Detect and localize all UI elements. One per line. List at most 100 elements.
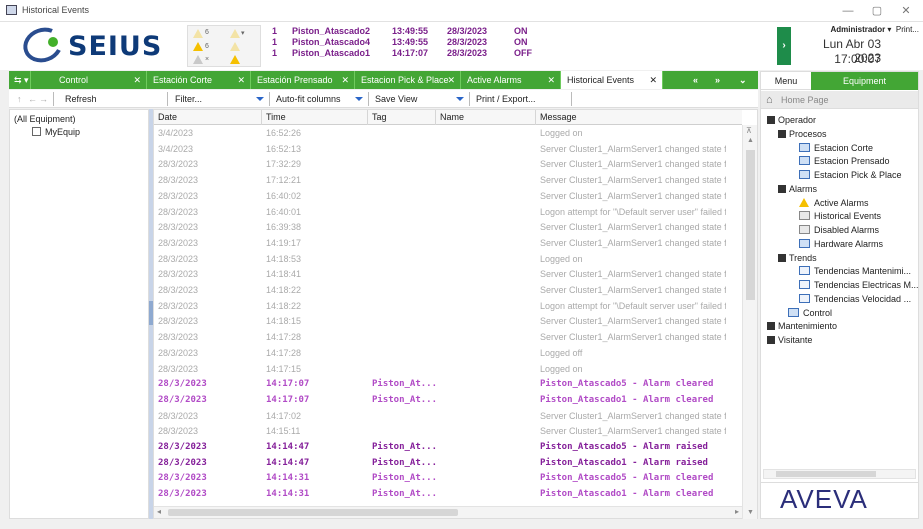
tab-scroll-left-button[interactable]: « <box>687 71 705 89</box>
minimize-button[interactable]: — <box>833 2 863 20</box>
tree-item[interactable]: Operador <box>761 113 918 127</box>
home-page-link[interactable]: Home Page <box>781 95 829 105</box>
close-tab-icon[interactable]: ✕ <box>341 71 349 89</box>
table-row[interactable]: 28/3/2023 14:15:11 Server Cluster1_AlarmSe… <box>154 424 742 440</box>
tab-menu[interactable]: Menu <box>761 72 811 90</box>
tab-estacion-corte[interactable]: Estación Corte ✕ <box>147 71 251 89</box>
tree-item[interactable]: Active Alarms <box>761 196 918 210</box>
table-row[interactable]: 28/3/2023 14:14:31 Piston_At... Piston_Atas… <box>154 487 742 503</box>
tree-horizontal-scrollbar[interactable] <box>763 469 916 479</box>
tree-root-all-equipment[interactable]: (All Equipment) <box>14 114 76 124</box>
table-row[interactable]: 28/3/2023 14:17:28 Server Cluster1_AlarmSe… <box>154 330 742 346</box>
filter-button[interactable]: Filter... <box>175 92 202 106</box>
expand-icon[interactable] <box>767 336 775 344</box>
alarm-banner-row[interactable]: 1 Piston_Atascado4 13:49:55 28/3/2023 ON <box>272 37 532 48</box>
collapse-icon[interactable] <box>778 129 786 138</box>
column-header-tag[interactable]: Tag <box>368 110 436 125</box>
close-tab-icon[interactable]: ✕ <box>133 71 141 89</box>
tree-item[interactable]: Estacion Corte <box>761 141 918 155</box>
tab-list-button[interactable]: ⌄ <box>733 71 751 89</box>
user-menu[interactable]: Administrador ▾ Print... <box>799 25 919 34</box>
close-tab-icon[interactable]: ✕ <box>547 71 555 89</box>
autofit-dropdown-icon[interactable] <box>355 97 363 101</box>
close-button[interactable]: ✕ <box>891 2 921 20</box>
scroll-left-icon[interactable]: ◂ <box>157 507 161 516</box>
expand-icon[interactable] <box>767 322 775 331</box>
table-row[interactable]: 28/3/2023 14:14:31 Piston_At... Piston_Atas… <box>154 471 742 487</box>
tab-historical-events[interactable]: Historical Events ✕ <box>561 71 663 89</box>
alarm-banner-row[interactable]: 1 Piston_Atascado2 13:49:55 28/3/2023 ON <box>272 26 532 37</box>
scroll-up-icon[interactable]: ▲ <box>747 137 754 144</box>
table-row[interactable]: 28/3/2023 14:18:53 Logged on <box>154 252 742 268</box>
table-row[interactable]: 28/3/2023 14:14:47 Piston_At... Piston_Atas… <box>154 456 742 472</box>
tree-item[interactable]: Control <box>761 306 918 320</box>
tree-item[interactable]: Historical Events <box>761 209 918 223</box>
column-header-time[interactable]: Time <box>262 110 368 125</box>
tree-item[interactable]: Tendencias Electricas M... <box>761 278 918 292</box>
table-row[interactable]: 28/3/2023 14:19:17 Server Cluster1_AlarmSe… <box>154 236 742 252</box>
tree-item[interactable]: Mantenimiento <box>761 319 918 333</box>
tab-estacion-prensado[interactable]: Estación Prensado ✕ <box>251 71 355 89</box>
tree-item[interactable]: Estacion Pick & Place <box>761 168 918 182</box>
table-row[interactable]: 28/3/2023 14:18:22 Logon attempt for "\Def… <box>154 299 742 315</box>
table-row[interactable]: 28/3/2023 14:17:07 Piston_At... Piston_Atas… <box>154 377 742 393</box>
table-row[interactable]: 28/3/2023 17:32:29 Server Cluster1_AlarmSe… <box>154 157 742 173</box>
collapse-icon[interactable] <box>778 253 786 262</box>
tabs-menu-button[interactable]: ⇆ ▾ <box>9 71 31 89</box>
table-row[interactable]: 28/3/2023 14:17:15 Logged on <box>154 362 742 378</box>
horizontal-scrollbar[interactable]: ◂ ▸ <box>154 506 742 518</box>
forward-arrow-icon[interactable]: ← <box>28 92 37 106</box>
refresh-button[interactable]: Refresh <box>65 92 97 106</box>
table-row[interactable]: 3/4/2023 16:52:26 Logged on <box>154 126 742 142</box>
alarm-banner-row[interactable]: 1 Piston_Atascado1 14:17:07 28/3/2023 OF… <box>272 48 532 59</box>
user-name[interactable]: Administrador <box>831 25 886 34</box>
tree-item[interactable]: Estacion Prensado <box>761 154 918 168</box>
sound-dropdown-icon[interactable]: ▾ <box>241 29 245 37</box>
table-row[interactable]: 28/3/2023 16:39:38 Server Cluster1_AlarmSe… <box>154 220 742 236</box>
alarm-summary[interactable]: 6 6 × ▾ <box>187 25 261 67</box>
alarm-banner[interactable]: 1 Piston_Atascado2 13:49:55 28/3/2023 ON… <box>272 26 532 59</box>
tab-control[interactable]: Control ✕ <box>31 71 147 89</box>
tree-scroll-thumb[interactable] <box>776 471 876 477</box>
tree-item[interactable]: Disabled Alarms <box>761 223 918 237</box>
scroll-to-top-icon[interactable]: ⊼ <box>746 126 752 135</box>
table-row[interactable]: 28/3/2023 14:17:28 Logged off <box>154 346 742 362</box>
tab-active-alarms[interactable]: Active Alarms ✕ <box>461 71 561 89</box>
filter-dropdown-icon[interactable] <box>256 97 264 101</box>
table-row[interactable]: 28/3/2023 14:18:41 Server Cluster1_AlarmSe… <box>154 267 742 283</box>
collapse-icon[interactable] <box>767 116 775 124</box>
tree-item-myequip[interactable]: MyEquip <box>45 127 80 137</box>
table-row[interactable]: 28/3/2023 14:14:47 Piston_At... Piston_Atas… <box>154 440 742 456</box>
tree-item[interactable]: Visitante <box>761 333 918 347</box>
table-row[interactable]: 28/3/2023 14:18:22 Server Cluster1_AlarmSe… <box>154 283 742 299</box>
tab-estacion-pick-place[interactable]: Estacion Pick & Place ✕ <box>355 71 461 89</box>
tree-item[interactable]: Alarms <box>761 182 918 196</box>
table-row[interactable]: 3/4/2023 16:52:13 Server Cluster1_AlarmSer… <box>154 142 742 158</box>
column-header-date[interactable]: Date <box>154 110 262 125</box>
print-export-button[interactable]: Print / Export... <box>476 92 536 106</box>
column-header-message[interactable]: Message <box>536 110 742 125</box>
scroll-right-icon[interactable]: ▸ <box>735 507 739 516</box>
tab-equipment[interactable]: Equipment <box>811 72 918 90</box>
scroll-down-icon[interactable]: ▼ <box>747 509 754 516</box>
table-row[interactable]: 28/3/2023 17:12:21 Server Cluster1_AlarmSe… <box>154 173 742 189</box>
vertical-scroll-thumb[interactable] <box>746 150 755 300</box>
tab-scroll-right-button[interactable]: » <box>709 71 727 89</box>
equipment-checkbox[interactable] <box>32 127 41 136</box>
print-link[interactable]: Print... <box>896 25 919 34</box>
save-view-button[interactable]: Save View <box>375 92 417 106</box>
column-header-name[interactable]: Name <box>436 110 536 125</box>
home-page-bar[interactable]: ⌂ Home Page <box>761 91 918 109</box>
maximize-button[interactable]: ▢ <box>862 2 892 20</box>
next-arrow-icon[interactable]: → <box>39 92 48 106</box>
collapse-icon[interactable] <box>778 184 786 193</box>
close-tab-icon[interactable]: ✕ <box>237 71 245 89</box>
table-row[interactable]: 28/3/2023 16:40:01 Logon attempt for "\Def… <box>154 205 742 221</box>
autofit-columns-button[interactable]: Auto-fit columns <box>276 92 341 106</box>
tree-item[interactable]: Tendencias Mantenimi... <box>761 264 918 278</box>
close-tab-icon[interactable]: ✕ <box>447 71 455 89</box>
tree-item[interactable]: Procesos <box>761 127 918 141</box>
expand-alarms-button[interactable]: › <box>777 27 791 65</box>
horizontal-scroll-thumb[interactable] <box>168 509 458 516</box>
table-row[interactable]: 28/3/2023 16:40:02 Server Cluster1_AlarmSe… <box>154 189 742 205</box>
